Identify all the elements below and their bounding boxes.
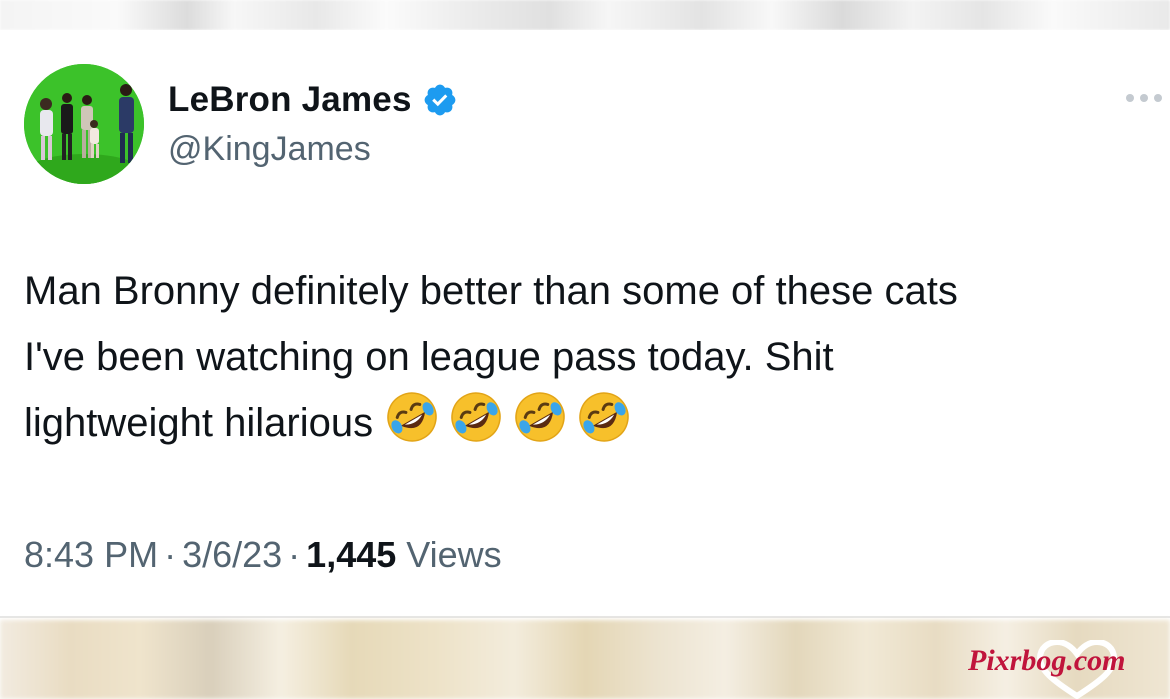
avatar-photo — [24, 64, 144, 184]
tweet-screenshot: LeBron James @KingJames Man Bronny defin… — [0, 0, 1170, 699]
author-handle[interactable]: @KingJames — [168, 130, 371, 169]
tweet-date[interactable]: 3/6/23 — [182, 534, 282, 575]
tweet-time[interactable]: 8:43 PM — [24, 534, 158, 575]
separator: · — [164, 534, 177, 575]
more-options-icon[interactable] — [1120, 86, 1168, 110]
tweet-text-line: I've been watching on league pass today.… — [24, 335, 834, 379]
rolling-on-floor-laughing-icon — [449, 390, 503, 444]
rolling-on-floor-laughing-icon — [577, 390, 631, 444]
divider — [0, 616, 1170, 618]
rolling-on-floor-laughing-icon — [385, 390, 439, 444]
tweet-text: Man Bronny definitely better than some o… — [24, 258, 1154, 464]
separator: · — [288, 534, 301, 575]
tweet-text-line: lightweight hilarious — [24, 401, 374, 445]
avatar[interactable] — [24, 64, 144, 184]
blurred-background-top — [0, 0, 1170, 30]
tweet-meta: 8:43 PM · 3/6/23 · 1,445 Views — [24, 534, 502, 576]
tweet-text-line: Man Bronny definitely better than some o… — [24, 269, 958, 313]
tweet-text-line-last: lightweight hilarious — [24, 390, 1154, 464]
rolling-on-floor-laughing-icon — [513, 390, 567, 444]
views-label: Views — [406, 534, 502, 575]
emoji-row — [385, 390, 641, 464]
verified-badge-icon — [422, 82, 458, 118]
watermark-text: Pixrbog.com — [968, 644, 1126, 677]
views-count: 1,445 — [306, 534, 397, 575]
display-name[interactable]: LeBron James — [168, 80, 412, 120]
author-name-row[interactable]: LeBron James — [168, 78, 458, 122]
